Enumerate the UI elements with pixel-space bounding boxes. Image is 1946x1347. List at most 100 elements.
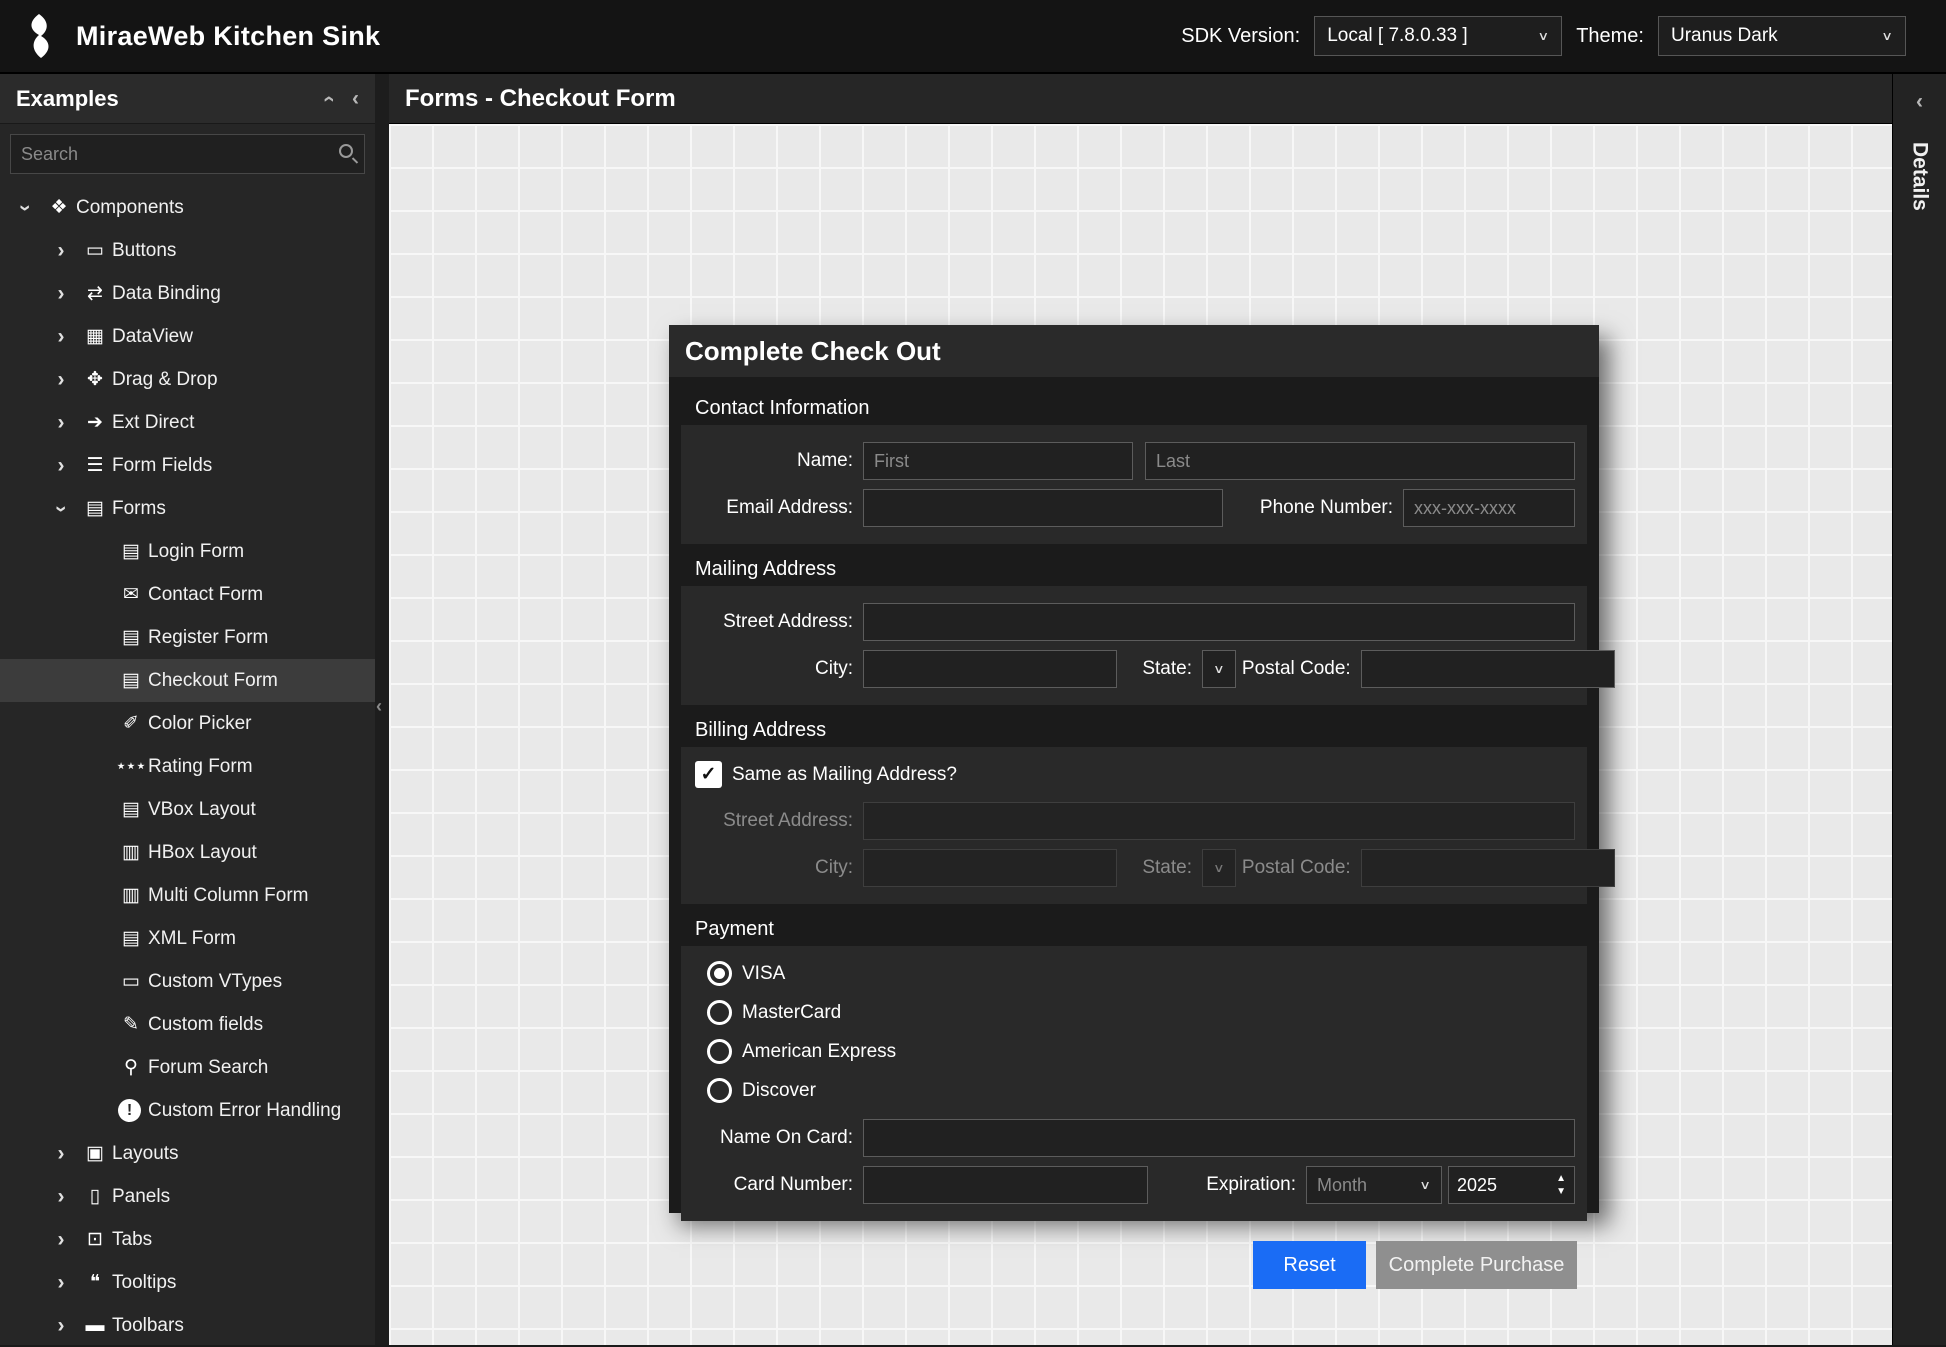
sidebar-item-components[interactable]: › ❖ Components xyxy=(0,186,375,229)
tree-expander-icon[interactable]: › xyxy=(46,1314,76,1338)
billing-state-select[interactable]: ∨ xyxy=(1202,849,1236,887)
mailing-city-input[interactable] xyxy=(863,650,1117,688)
billing-street-input[interactable] xyxy=(863,802,1575,840)
tree-expander-icon[interactable]: › xyxy=(46,239,76,263)
payment-option-discover[interactable]: Discover xyxy=(707,1071,1575,1110)
sidebar-item-custom-fields[interactable]: ✎ Custom fields xyxy=(0,1003,375,1046)
name-on-card-input[interactable] xyxy=(863,1119,1575,1157)
sidebar-item-multi-column-form[interactable]: ▥ Multi Column Form xyxy=(0,874,375,917)
payment-option-visa[interactable]: VISA xyxy=(707,954,1575,993)
tree-expander-icon[interactable]: › xyxy=(13,193,37,223)
reset-button[interactable]: Reset xyxy=(1253,1241,1366,1289)
search-icon xyxy=(339,144,353,158)
radio-button[interactable] xyxy=(707,961,732,986)
data-binding-icon: ⇄ xyxy=(76,282,112,305)
chevron-down-icon: ∨ xyxy=(1537,29,1549,44)
last-name-input[interactable] xyxy=(1145,442,1575,480)
same-as-mailing-checkbox[interactable]: ✓ xyxy=(695,761,722,788)
sidebar-item-rating-form[interactable]: ⋆⋆⋆ Rating Form xyxy=(0,745,375,788)
tree-expander-icon[interactable]: › xyxy=(46,1142,76,1166)
billing-city-input[interactable] xyxy=(863,849,1117,887)
sdk-version-label: SDK Version: xyxy=(1181,25,1300,48)
billing-city-label: City: xyxy=(693,857,863,879)
sidebar-item-vbox-layout[interactable]: ▤ VBox Layout xyxy=(0,788,375,831)
billing-address-section: Billing Address ✓ Same as Mailing Addres… xyxy=(681,711,1587,904)
sidebar-item-dataview[interactable]: › ▦ DataView xyxy=(0,315,375,358)
tree-expander-icon[interactable]: › xyxy=(49,494,73,524)
billing-postal-input[interactable] xyxy=(1361,849,1615,887)
sidebar-item-register-form[interactable]: ▤ Register Form xyxy=(0,616,375,659)
payment-option-mastercard[interactable]: MasterCard xyxy=(707,993,1575,1032)
content-area: Examples › ‹ › ❖ Components › ▭ Buttons … xyxy=(0,74,1946,1345)
sidebar-item-buttons[interactable]: › ▭ Buttons xyxy=(0,229,375,272)
payment-legend: Payment xyxy=(681,910,1587,946)
tree-expander-icon[interactable]: › xyxy=(46,282,76,306)
sidebar-item-color-picker[interactable]: ✐ Color Picker xyxy=(0,702,375,745)
radio-label: American Express xyxy=(742,1041,896,1063)
billing-state-label: State: xyxy=(1117,857,1202,879)
tree-expander-icon[interactable]: › xyxy=(46,1185,76,1209)
name-label: Name: xyxy=(693,450,863,472)
sidebar-item-xml-form[interactable]: ▤ XML Form xyxy=(0,917,375,960)
sidebar-item-tooltips[interactable]: › ❝ Tooltips xyxy=(0,1261,375,1304)
sidebar-item-custom-error-handling[interactable]: ! Custom Error Handling xyxy=(0,1089,375,1132)
details-panel-collapsed[interactable]: ‹ Details xyxy=(1892,74,1946,1345)
tree-expander-icon[interactable]: › xyxy=(46,325,76,349)
radio-button[interactable] xyxy=(707,1000,732,1025)
collapse-panel-icon[interactable]: ‹ xyxy=(352,87,359,111)
mailing-street-input[interactable] xyxy=(863,603,1575,641)
sidebar-item-hbox-layout[interactable]: ▥ HBox Layout xyxy=(0,831,375,874)
spinner-down-icon[interactable]: ▼ xyxy=(1556,1187,1566,1197)
radio-button[interactable] xyxy=(707,1078,732,1103)
search-input[interactable] xyxy=(10,134,365,174)
mailing-postal-input[interactable] xyxy=(1361,650,1615,688)
expiration-label: Expiration: xyxy=(1188,1174,1306,1196)
top-bar: MiraeWeb Kitchen Sink SDK Version: Local… xyxy=(0,0,1946,74)
spinner-up-icon[interactable]: ▲ xyxy=(1556,1174,1566,1184)
theme-select[interactable]: Uranus Dark ∨ xyxy=(1658,16,1906,56)
expiration-month-select[interactable]: Month ∨ xyxy=(1306,1166,1442,1204)
phone-number-input[interactable] xyxy=(1403,489,1575,527)
sidebar-item-panels[interactable]: › ▯ Panels xyxy=(0,1175,375,1218)
sidebar-item-toolbars[interactable]: › ▬ Toolbars xyxy=(0,1304,375,1345)
splitter-collapse-icon[interactable]: ‹ xyxy=(376,696,382,717)
expand-details-icon[interactable]: ‹ xyxy=(1916,90,1923,114)
tree-expander-icon[interactable]: › xyxy=(46,1228,76,1252)
radio-button[interactable] xyxy=(707,1039,732,1064)
sidebar-item-form-fields[interactable]: › ☰ Form Fields xyxy=(0,444,375,487)
sidebar-item-layouts[interactable]: › ▣ Layouts xyxy=(0,1132,375,1175)
complete-purchase-button[interactable]: Complete Purchase xyxy=(1376,1241,1577,1289)
expiration-year-spinner[interactable]: 2025 ▲ ▼ xyxy=(1448,1166,1575,1204)
sidebar-splitter[interactable]: ‹ xyxy=(375,74,389,1345)
payment-section: Payment VISA MasterCard American Express… xyxy=(681,910,1587,1221)
sidebar-item-custom-vtypes[interactable]: ▭ Custom VTypes xyxy=(0,960,375,1003)
sidebar-item-data-binding[interactable]: › ⇄ Data Binding xyxy=(0,272,375,315)
email-address-input[interactable] xyxy=(863,489,1223,527)
sidebar-item-drag-drop[interactable]: › ✥ Drag & Drop xyxy=(0,358,375,401)
sdk-version-value: Local [ 7.8.0.33 ] xyxy=(1327,25,1468,47)
sdk-version-select[interactable]: Local [ 7.8.0.33 ] ∨ xyxy=(1314,16,1562,56)
payment-option-american-express[interactable]: American Express xyxy=(707,1032,1575,1071)
checkout-dialog: Complete Check Out Contact Information N… xyxy=(669,325,1599,1213)
card-number-input[interactable] xyxy=(863,1166,1148,1204)
sidebar-item-contact-form[interactable]: ✉ Contact Form xyxy=(0,573,375,616)
sidebar-item-tabs[interactable]: › ⊡ Tabs xyxy=(0,1218,375,1261)
sidebar-item-ext-direct[interactable]: › ➔ Ext Direct xyxy=(0,401,375,444)
mailing-state-select[interactable]: ∨ xyxy=(1202,650,1236,688)
sidebar-item-forms[interactable]: › ▤ Forms xyxy=(0,487,375,530)
tree-expander-icon[interactable]: › xyxy=(46,411,76,435)
tree-expander-icon[interactable]: › xyxy=(46,454,76,478)
sidebar-item-forum-search[interactable]: ⚲ Forum Search xyxy=(0,1046,375,1089)
chevron-down-icon: ∨ xyxy=(1881,29,1893,44)
app-logo-icon xyxy=(22,12,58,60)
sidebar-item-checkout-form[interactable]: ▤ Checkout Form xyxy=(0,659,375,702)
billing-postal-label: Postal Code: xyxy=(1236,857,1361,879)
sidebar-item-login-form[interactable]: ▤ Login Form xyxy=(0,530,375,573)
card-number-label: Card Number: xyxy=(693,1174,863,1196)
same-as-mailing-label: Same as Mailing Address? xyxy=(732,764,957,786)
mailing-postal-label: Postal Code: xyxy=(1236,658,1361,680)
tree-expander-icon[interactable]: › xyxy=(46,1271,76,1295)
collapse-all-icon[interactable]: › xyxy=(317,95,341,102)
tree-expander-icon[interactable]: › xyxy=(46,368,76,392)
first-name-input[interactable] xyxy=(863,442,1133,480)
